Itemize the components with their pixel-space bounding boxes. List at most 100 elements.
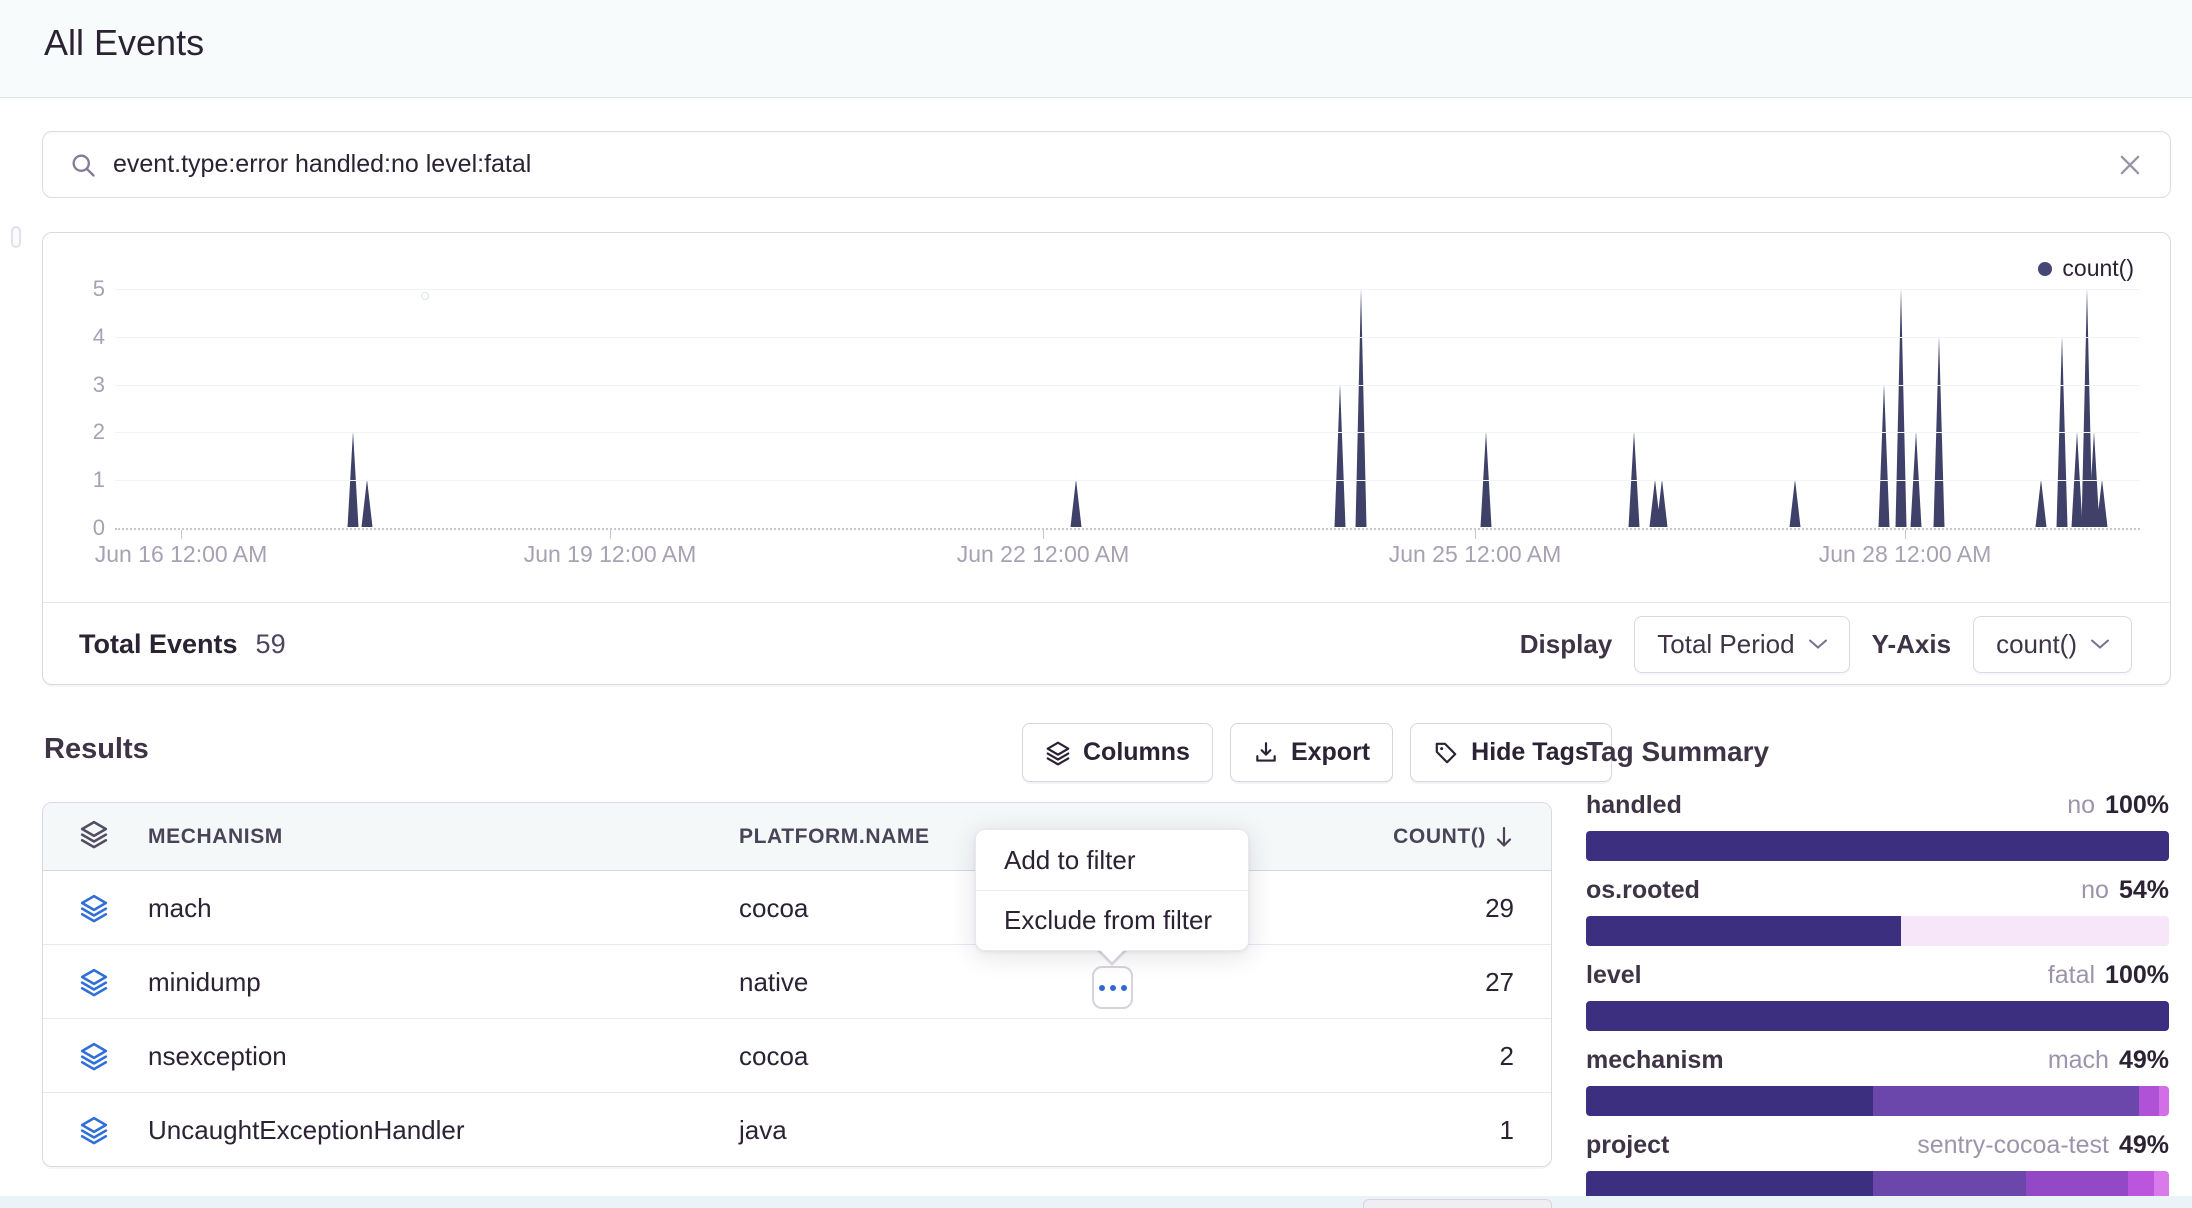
tag-bar-segment[interactable] [1901,916,2169,946]
tag-name: level [1586,961,1642,990]
cell-platform[interactable]: cocoa [739,1019,808,1093]
column-header-platform[interactable]: PLATFORM.NAME [739,803,930,871]
hide-tags-button-label: Hide Tags [1471,738,1589,767]
dot-icon [1121,985,1127,991]
tag-percentage: 54% [2119,876,2169,905]
cell-platform[interactable]: native [739,945,808,1019]
all-events-page: All Events event.type:error handled:no l… [0,0,2192,1208]
column-header-count[interactable]: COUNT() [1393,803,1514,871]
pagination-button-peek[interactable] [1363,1199,1552,1208]
tag-name: os.rooted [1586,876,1700,905]
tag-bar-segment[interactable] [1586,1086,1873,1116]
tag-entry-level: levelfatal100% [1586,961,2169,1031]
chart-controls: Display Total Period Y-Axis count() [1520,616,2132,673]
panel-drag-handle[interactable] [11,226,21,248]
columns-button[interactable]: Columns [1022,723,1213,782]
tag-top-value: fatal [2048,961,2095,990]
cell-actions-button[interactable] [1092,966,1133,1009]
gridline [115,432,2140,433]
tag-distribution-bar[interactable] [1586,1001,2169,1031]
y-axis-tick-label: 2 [55,419,105,445]
tag-top-value: no [2081,876,2109,905]
bottom-strip [0,1196,2192,1208]
tag-top-value: mach [2048,1046,2109,1075]
tag-top-value: no [2067,791,2095,820]
x-axis-tick [1475,530,1476,539]
y-axis-tick-label: 0 [55,515,105,541]
layers-icon [79,1019,109,1093]
tag-distribution-bar[interactable] [1586,916,2169,946]
export-button[interactable]: Export [1230,723,1393,782]
cell-mechanism[interactable]: UncaughtExceptionHandler [148,1093,465,1167]
tag-bar-segment[interactable] [1586,916,1901,946]
table-row[interactable]: UncaughtExceptionHandler java 1 [43,1093,1551,1167]
gridline [115,337,2140,338]
tag-entry-os.rooted: os.rooted no 54% [1586,876,2169,946]
search-bar[interactable]: event.type:error handled:no level:fatal [42,131,2171,198]
y-axis-tick-label: 4 [55,324,105,350]
cell-count[interactable]: 27 [1485,945,1514,1019]
export-button-label: Export [1291,738,1370,767]
chart-series-area [115,233,2140,529]
tag-distribution-bar[interactable] [1586,831,2169,861]
cell-platform[interactable]: cocoa [739,871,808,945]
layers-icon [79,871,109,945]
tag-bar-segment[interactable] [1586,831,2169,861]
results-table: MECHANISM PLATFORM.NAME COUNT() mach coco… [42,802,1552,1167]
y-axis-select[interactable]: count() [1973,616,2132,673]
cell-count[interactable]: 1 [1500,1093,1514,1167]
x-axis-tick-label: Jun 19 12:00 AM [490,541,730,568]
hide-tags-button[interactable]: Hide Tags [1410,723,1612,782]
tag-percentage: 49% [2119,1131,2169,1160]
cell-count[interactable]: 2 [1500,1019,1514,1093]
results-toolbar: Columns Export Hide Tags [1022,723,1612,782]
y-axis-tick-label: 3 [55,372,105,398]
page-title: All Events [44,22,204,64]
cell-platform[interactable]: java [739,1093,787,1167]
x-axis-tick-label: Jun 25 12:00 AM [1355,541,1595,568]
tag-bar-segment[interactable] [2159,1086,2169,1116]
display-select[interactable]: Total Period [1634,616,1849,673]
menu-item-exclude-from-filter[interactable]: Exclude from filter [976,890,1248,950]
cell-mechanism[interactable]: mach [148,871,212,945]
search-input[interactable]: event.type:error handled:no level:fatal [113,150,2116,179]
tag-bar-segment[interactable] [2139,1086,2159,1116]
chart-footer: Total Events 59 Display Total Period Y-A… [43,602,2170,685]
menu-item-add-to-filter[interactable]: Add to filter [976,830,1248,890]
tag-distribution-bar[interactable] [1586,1086,2169,1116]
layers-icon [79,945,109,1019]
cell-mechanism[interactable]: nsexception [148,1019,287,1093]
dot-icon [1110,985,1116,991]
tag-entry-handled: handledno100% [1586,791,2169,861]
x-axis-tick [1043,530,1044,539]
column-header-mechanism[interactable]: MECHANISM [148,803,283,871]
table-row[interactable]: nsexception cocoa 2 [43,1019,1551,1093]
menu-caret [1099,949,1125,962]
x-axis-tick-label: Jun 28 12:00 AM [1785,541,2025,568]
tag-bar-segment[interactable] [1586,1001,2169,1031]
tag-summary-panel: Tag Summary handledno100%os.rootedno54%l… [1586,726,2169,768]
table-body: mach cocoa 29 minidump native 27 nsexception… [43,871,1551,1167]
display-select-value: Total Period [1657,629,1794,660]
total-events-value: 59 [256,629,286,660]
tag-bar-segment[interactable] [1873,1086,2139,1116]
table-row[interactable]: minidump native 27 [43,945,1551,1019]
chart-plot[interactable]: count() 543210Jun 16 12:00 AMJun 19 12:0… [43,233,2170,602]
tag-percentage: 100% [2105,791,2169,820]
tag-entry-project: projectsentry-cocoa-test49% [1586,1131,2169,1201]
y-axis-tick-label: 5 [55,276,105,302]
download-icon [1253,740,1279,766]
tag-summary-heading: Tag Summary [1586,736,2169,768]
gridline [115,385,2140,386]
cell-mechanism[interactable]: minidump [148,945,261,1019]
results-heading: Results [44,733,149,766]
table-row[interactable]: mach cocoa 29 [43,871,1551,945]
close-icon[interactable] [2116,151,2144,179]
cell-count[interactable]: 29 [1485,871,1514,945]
tag-top-value: sentry-cocoa-test [1917,1131,2109,1160]
columns-button-label: Columns [1083,738,1190,767]
y-axis-select-value: count() [1996,629,2077,660]
layers-icon [79,803,109,871]
columns-stack-icon [1045,740,1071,766]
events-chart-card: count() 543210Jun 16 12:00 AMJun 19 12:0… [42,232,2171,685]
